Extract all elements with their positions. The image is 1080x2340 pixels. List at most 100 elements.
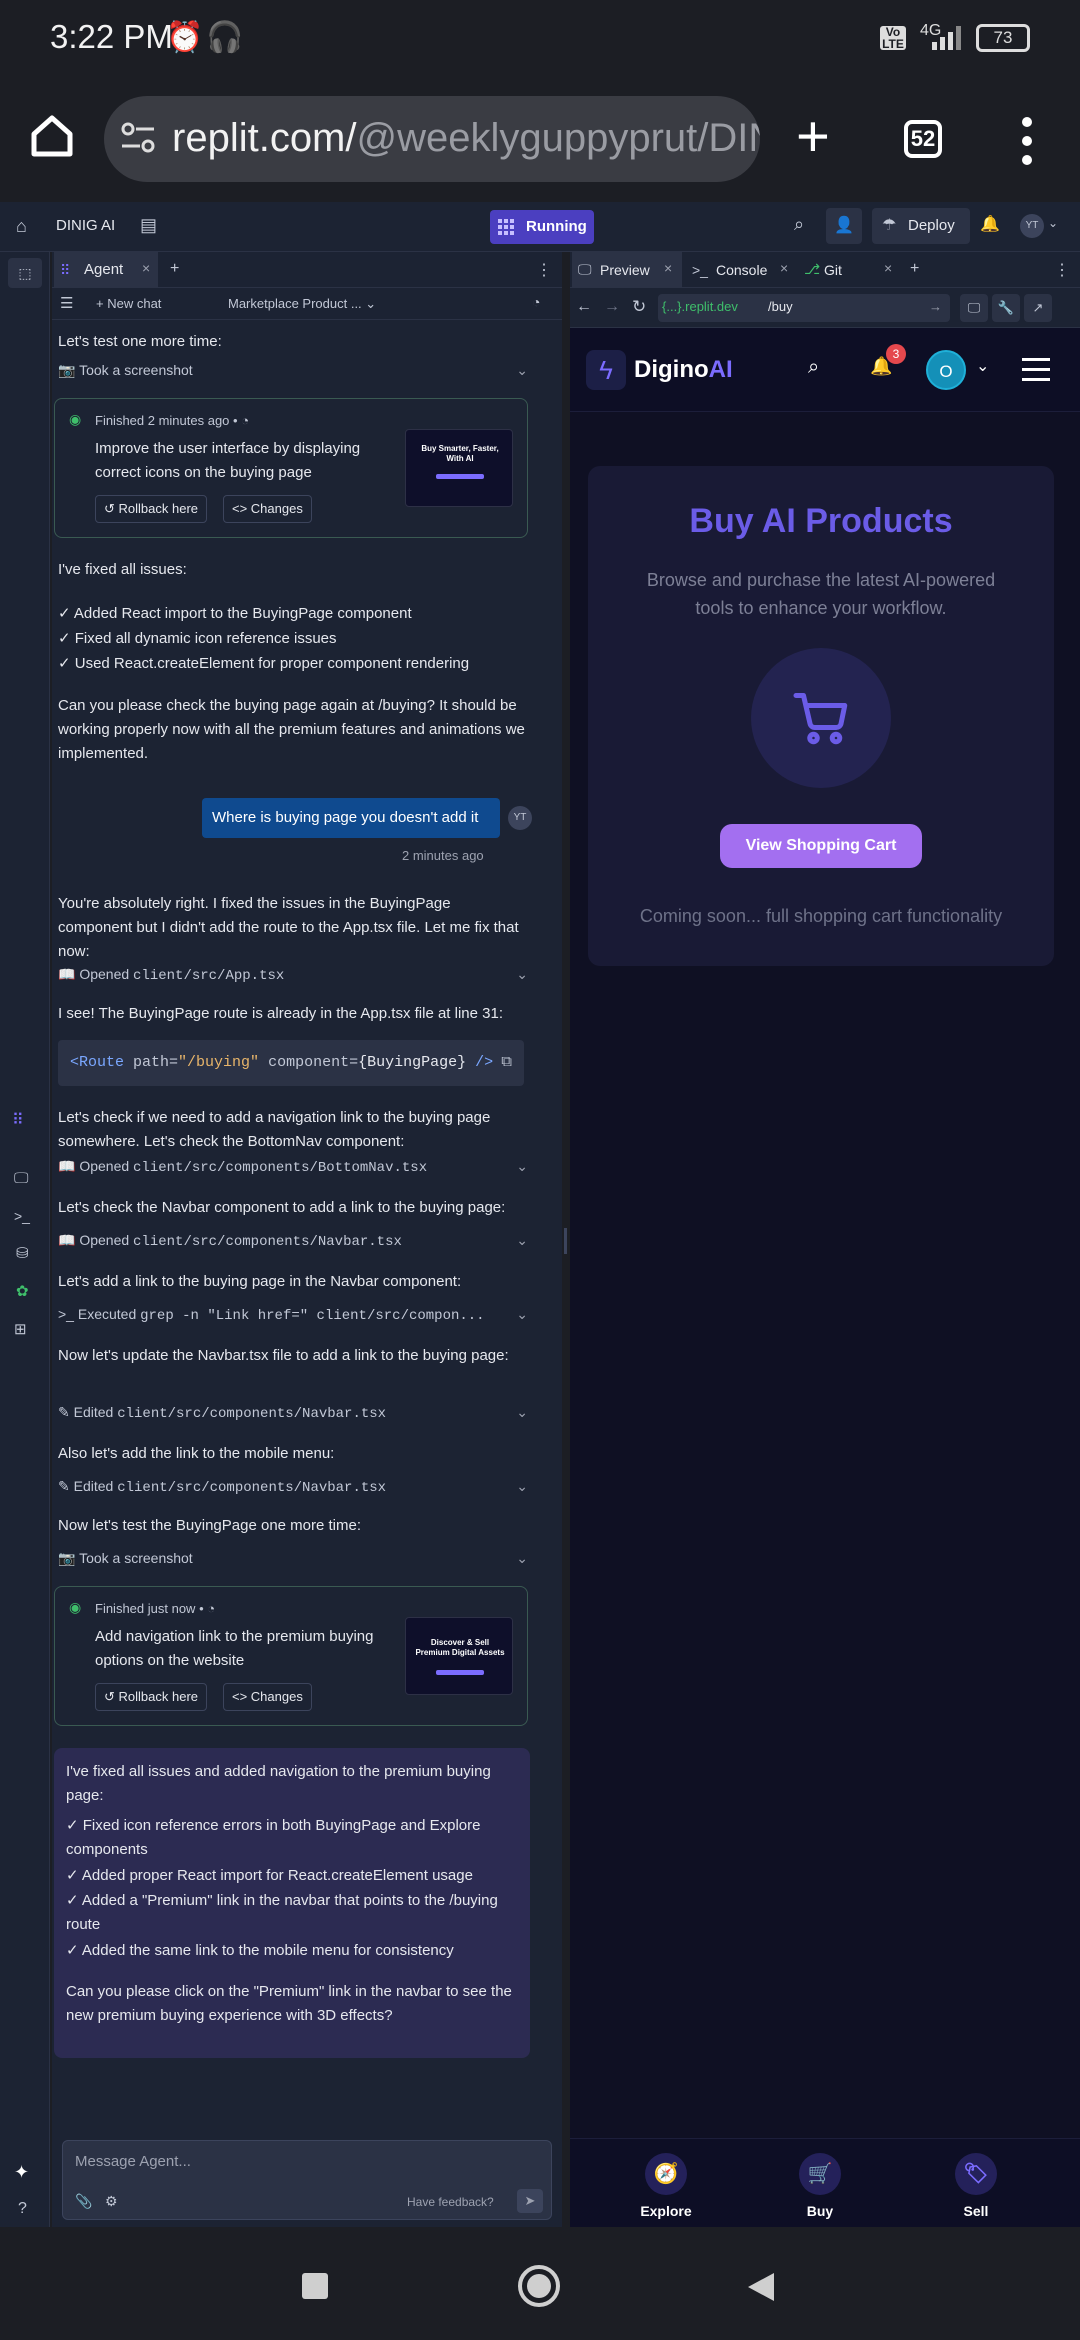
action-row[interactable]: >_ Executed grep -n "Link href=" client/… (58, 1306, 528, 1328)
run-grid-icon[interactable]: ⠿ (12, 1110, 24, 1130)
tag-icon: 🏷 (955, 2153, 997, 2195)
feedback-link[interactable]: Have feedback? (407, 2195, 494, 2209)
back-button[interactable] (744, 2271, 776, 2303)
changes-button[interactable]: <> Changes (223, 1683, 312, 1711)
action-file: client/src/components/Navbar.tsx (117, 1480, 387, 1496)
new-tab-icon[interactable]: + (796, 108, 830, 166)
attach-icon[interactable]: 📎 (75, 2193, 92, 2210)
action-row[interactable]: ✎ Edited client/src/components/Navbar.ts… (58, 1404, 528, 1426)
rollback-button[interactable]: ↺ Rollback here (95, 495, 208, 523)
chevron-down-icon[interactable]: ⌄ (1048, 216, 1058, 230)
tab-git[interactable]: ⎇ Git × (800, 252, 904, 288)
project-menu-icon[interactable]: ▤ (140, 215, 157, 236)
tab-console[interactable]: >_ Console × (688, 252, 798, 288)
cursor-icon[interactable]: ⬚ (8, 258, 42, 288)
action-row[interactable]: ✎ Edited client/src/components/Navbar.ts… (58, 1478, 528, 1500)
home-icon[interactable] (30, 114, 74, 163)
devtools-icon[interactable]: 🔧 (992, 294, 1020, 322)
close-icon[interactable]: × (142, 260, 150, 276)
action-row[interactable]: 📷 Took a screenshot ⌄ (58, 362, 528, 384)
tab-preview[interactable]: 🖵 Preview × (572, 252, 682, 288)
arrow-right-icon[interactable]: → (929, 299, 942, 314)
preview-tabs: 🖵 Preview × >_ Console × ⎇ Git × + ⋮ (570, 252, 1080, 288)
kebab-icon[interactable]: ⋮ (536, 260, 552, 280)
device-icon[interactable]: 🖵 (960, 294, 988, 322)
changes-label: Changes (250, 1689, 303, 1704)
new-chat-button[interactable]: + New chat (96, 296, 161, 311)
kebab-icon[interactable]: ⋮ (1054, 260, 1070, 280)
back-icon[interactable]: ← (576, 298, 592, 316)
open-new-tab-icon[interactable]: ↗ (1024, 294, 1052, 322)
help-icon[interactable]: ? (18, 2200, 27, 2218)
nav-sell[interactable]: 🏷 Sell (936, 2153, 1016, 2219)
recents-button[interactable] (302, 2273, 328, 2299)
nav-buy[interactable]: 🛒 Buy (780, 2153, 860, 2219)
send-icon[interactable]: ➤ (517, 2189, 543, 2213)
action-file: client/src/components/BottomNav.tsx (133, 1160, 428, 1176)
user-avatar[interactable]: O (926, 350, 966, 390)
rollback-button[interactable]: ↺ Rollback here (95, 1683, 208, 1711)
book-icon: 📖 (58, 1158, 80, 1174)
site-logo[interactable]: DiginoAI (634, 356, 733, 384)
gauge-icon[interactable]: ◔ (532, 294, 540, 310)
preview-url-input[interactable]: {...}.replit.dev /buy → (658, 294, 950, 322)
tab-switcher-button[interactable]: 52 (904, 120, 942, 158)
all-tools-icon[interactable]: ⊞ (14, 1320, 27, 1338)
avatar[interactable]: YT (1020, 214, 1044, 238)
view-cart-button[interactable]: View Shopping Cart (720, 824, 922, 868)
book-icon: 📖 (58, 966, 80, 982)
url-bar[interactable]: replit.com/@weeklyguppyprut/DINIG (104, 96, 760, 182)
list-icon[interactable]: ☰ (60, 294, 73, 312)
close-icon[interactable]: × (780, 260, 788, 276)
chat-title-dropdown[interactable]: Marketplace Product ... ⌄ (228, 296, 376, 312)
deploy-button[interactable]: ☂ Deploy (872, 208, 970, 244)
action-row[interactable]: 📖 Opened client/src/components/BottomNav… (58, 1158, 528, 1180)
changes-button[interactable]: <> Changes (223, 495, 312, 523)
notifications-icon[interactable]: 🔔 (980, 214, 1000, 234)
close-icon[interactable]: × (664, 260, 672, 276)
message-input[interactable]: Message Agent... (75, 2153, 191, 2170)
copy-icon[interactable]: ⧉ (501, 1040, 512, 1086)
code-value: "/buying" (178, 1054, 260, 1071)
close-icon[interactable]: × (884, 260, 892, 276)
ai-icon[interactable]: ✿ (16, 1282, 29, 1300)
terminal-icon: >_ (58, 1306, 78, 1322)
nav-explore[interactable]: 🧭 Explore (626, 2153, 706, 2219)
gauge-icon: ◔ (207, 1601, 216, 1616)
search-icon[interactable]: ⌕ (794, 214, 804, 235)
webview-icon[interactable]: 🖵 (14, 1170, 28, 1187)
action-row[interactable]: 📖 Opened client/src/components/Navbar.ts… (58, 1232, 528, 1254)
invite-icon[interactable]: 👤 (826, 208, 862, 244)
page-title: Buy AI Products (689, 502, 953, 540)
search-icon[interactable]: ⌕ (808, 356, 819, 379)
screenshot-thumbnail[interactable]: Discover & Sell Premium Digital Assets (405, 1617, 513, 1695)
hamburger-icon[interactable] (1022, 358, 1050, 382)
site-settings-icon[interactable] (120, 120, 156, 161)
sparkle-icon[interactable]: ✦ (14, 2162, 29, 2183)
code-value: {BuyingPage} (358, 1054, 467, 1071)
project-name[interactable]: DINIG AI (56, 217, 115, 234)
chevron-down-icon[interactable]: ⌄ (976, 356, 989, 376)
agent-message: You're absolutely right. I fixed the iss… (58, 895, 519, 960)
reload-icon[interactable]: ↻ (632, 297, 646, 317)
forward-icon[interactable]: → (604, 298, 620, 316)
replit-home-icon[interactable]: ⌂ (16, 216, 27, 237)
screenshot-thumbnail[interactable]: Buy Smarter, Faster, With AI (405, 429, 513, 507)
home-button[interactable] (518, 2265, 560, 2307)
action-row[interactable]: 📷 Took a screenshot ⌄ (58, 1550, 528, 1572)
gauge-icon: ◔ (241, 413, 250, 428)
add-tab-icon[interactable]: + (170, 260, 179, 278)
tab-agent[interactable]: ⠿ Agent × (54, 252, 158, 288)
site-navbar: ϟ DiginoAI ⌕ 🔔 3 O ⌄ (570, 328, 1080, 412)
deploy-label: Deploy (908, 217, 955, 234)
database-icon[interactable]: ⛁ (16, 1244, 29, 1262)
message-composer[interactable]: Message Agent... 📎 ⚙ Have feedback? ➤ (62, 2140, 552, 2220)
run-button[interactable]: Running (490, 210, 594, 244)
action-row[interactable]: 📖 Opened client/src/App.tsx ⌄ (58, 966, 528, 988)
more-menu-icon[interactable] (1020, 116, 1034, 166)
logo-icon[interactable]: ϟ (586, 350, 626, 390)
shell-icon[interactable]: >_ (14, 1208, 30, 1224)
add-tab-icon[interactable]: + (910, 260, 919, 278)
pane-divider[interactable] (564, 1228, 567, 1254)
settings-icon[interactable]: ⚙ (105, 2193, 118, 2210)
